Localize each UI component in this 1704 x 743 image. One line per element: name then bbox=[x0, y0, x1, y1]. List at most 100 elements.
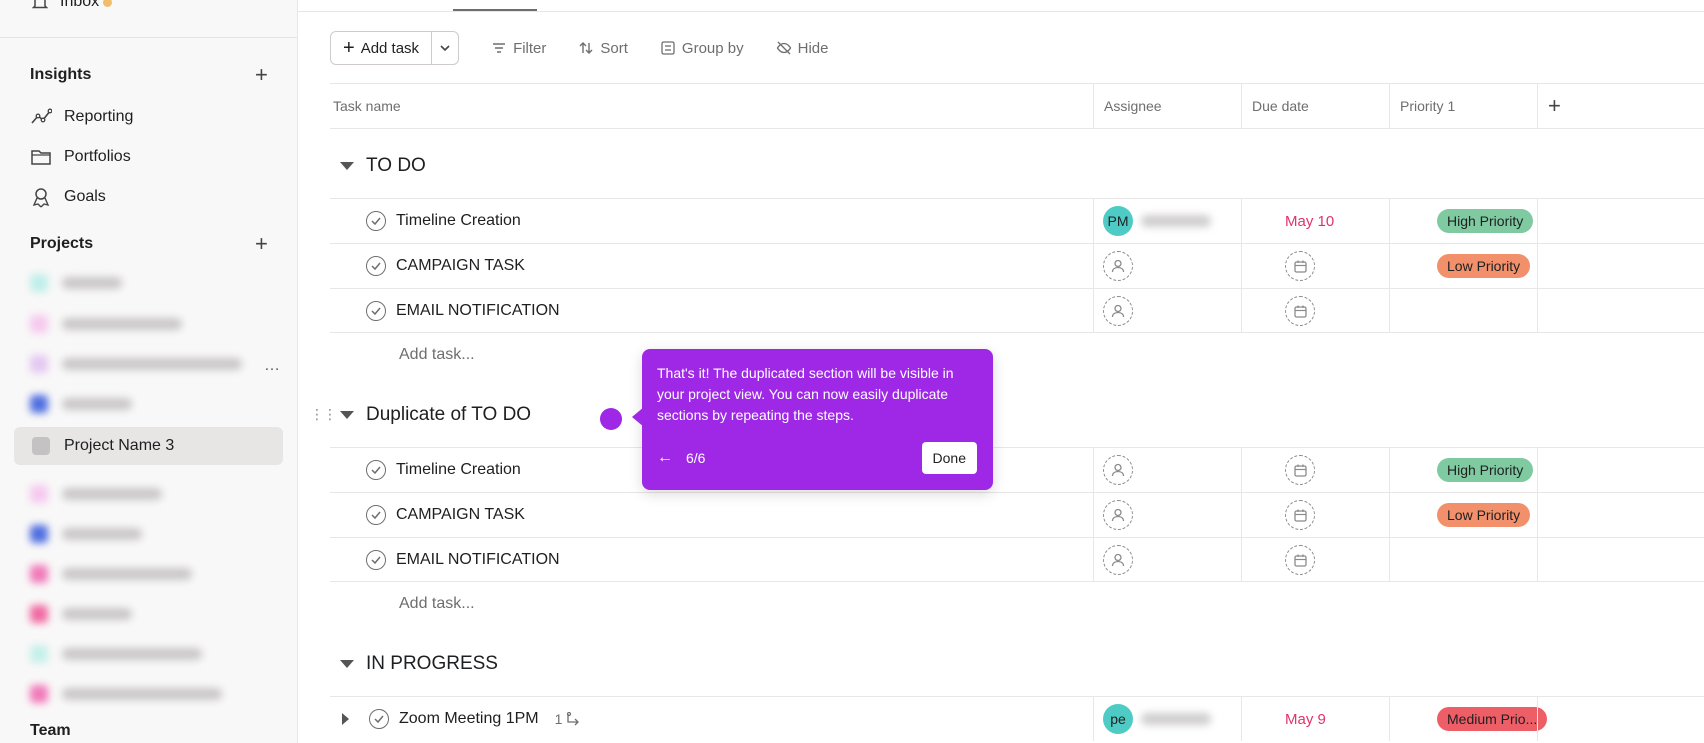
assignee-placeholder-icon[interactable] bbox=[1103, 455, 1133, 485]
eye-off-icon bbox=[776, 41, 791, 55]
hide-button[interactable]: Hide bbox=[776, 39, 829, 57]
table-row[interactable]: EMAIL NOTIFICATION bbox=[330, 537, 1704, 582]
sidebar-project-item[interactable] bbox=[30, 683, 222, 705]
project-color-swatch bbox=[32, 437, 50, 455]
subtask-count[interactable]: 1 bbox=[555, 711, 583, 727]
add-project-button[interactable]: + bbox=[255, 233, 268, 255]
add-task-button[interactable]: + Add task bbox=[331, 32, 433, 64]
column-priority[interactable]: Priority 1 bbox=[1389, 84, 1537, 128]
table-row[interactable]: Timeline Creation PM May 10 High Priorit… bbox=[330, 198, 1704, 243]
sidebar-project-item[interactable] bbox=[30, 353, 242, 375]
sidebar-project-item[interactable] bbox=[30, 483, 162, 505]
column-assignee[interactable]: Assignee bbox=[1093, 84, 1241, 128]
check-circle-icon[interactable] bbox=[366, 505, 386, 525]
sidebar-project-item[interactable] bbox=[30, 313, 182, 335]
divider bbox=[0, 37, 297, 38]
add-column-button[interactable]: + bbox=[1537, 84, 1597, 128]
section-header[interactable]: Duplicate of TO DO bbox=[330, 404, 531, 426]
add-insight-button[interactable]: + bbox=[255, 64, 268, 86]
assignee-placeholder-icon[interactable] bbox=[1103, 251, 1133, 281]
table-header: Task name Assignee Due date Priority 1 + bbox=[330, 83, 1704, 129]
column-due-date[interactable]: Due date bbox=[1241, 84, 1389, 128]
sidebar-item-label: Goals bbox=[64, 188, 106, 205]
sidebar-project-item[interactable] bbox=[30, 523, 142, 545]
insights-heading: Insights bbox=[30, 66, 92, 83]
walkthrough-beacon bbox=[600, 408, 622, 430]
table-row[interactable]: EMAIL NOTIFICATION bbox=[330, 288, 1704, 333]
assignee-placeholder-icon[interactable] bbox=[1103, 296, 1133, 326]
project-name: Project Name 3 bbox=[64, 437, 175, 454]
calendar-icon[interactable] bbox=[1285, 545, 1315, 575]
group-by-button[interactable]: Group by bbox=[660, 40, 744, 57]
main-content: + Add task Filter Sort Group by Hide Tas… bbox=[298, 0, 1704, 743]
add-task-inline[interactable]: Add task... bbox=[399, 595, 475, 613]
table-row[interactable]: Zoom Meeting 1PM 1 pe May 9 Medium Prio.… bbox=[330, 696, 1704, 741]
priority-badge[interactable]: Low Priority bbox=[1437, 254, 1531, 278]
team-heading: Team bbox=[30, 722, 71, 739]
check-circle-icon[interactable] bbox=[366, 301, 386, 321]
sort-button[interactable]: Sort bbox=[578, 40, 628, 57]
task-name: Zoom Meeting 1PM bbox=[399, 710, 539, 727]
task-name: Timeline Creation bbox=[396, 461, 521, 478]
collapse-triangle-icon[interactable] bbox=[340, 411, 354, 419]
sidebar-item-label: Portfolios bbox=[64, 148, 131, 165]
due-date[interactable]: May 10 bbox=[1285, 199, 1334, 243]
sidebar-item-reporting[interactable]: Reporting bbox=[30, 106, 133, 128]
step-counter: 6/6 bbox=[686, 450, 706, 466]
avatar[interactable]: pe bbox=[1103, 704, 1133, 734]
calendar-icon[interactable] bbox=[1285, 500, 1315, 530]
add-task-inline[interactable]: Add task... bbox=[399, 346, 475, 364]
sidebar-project-item[interactable] bbox=[30, 272, 122, 294]
check-circle-icon[interactable] bbox=[366, 256, 386, 276]
section-header[interactable]: IN PROGRESS bbox=[330, 653, 498, 675]
task-name: EMAIL NOTIFICATION bbox=[396, 302, 560, 319]
add-task-dropdown-button[interactable] bbox=[432, 32, 458, 64]
priority-badge[interactable]: Medium Prio... bbox=[1437, 707, 1548, 731]
back-arrow-icon[interactable]: ← bbox=[657, 449, 673, 467]
group-icon bbox=[661, 41, 675, 55]
calendar-icon[interactable] bbox=[1285, 455, 1315, 485]
sort-label: Sort bbox=[600, 39, 628, 57]
calendar-icon[interactable] bbox=[1285, 296, 1315, 326]
sidebar-item-portfolios[interactable]: Portfolios bbox=[30, 146, 131, 168]
table-row[interactable]: Timeline Creation High Priority bbox=[330, 447, 1704, 492]
check-circle-icon[interactable] bbox=[369, 709, 389, 729]
priority-badge[interactable]: High Priority bbox=[1437, 458, 1534, 482]
section-header[interactable]: TO DO bbox=[330, 155, 426, 177]
due-date[interactable]: May 9 bbox=[1285, 697, 1326, 741]
table-row[interactable]: CAMPAIGN TASK Low Priority bbox=[330, 492, 1704, 537]
hide-label: Hide bbox=[797, 39, 829, 57]
check-circle-icon[interactable] bbox=[366, 460, 386, 480]
expand-subtasks-icon[interactable] bbox=[342, 713, 349, 725]
sidebar-item-inbox[interactable]: Inbox bbox=[30, 0, 113, 12]
priority-badge[interactable]: Low Priority bbox=[1437, 503, 1531, 527]
collapse-triangle-icon[interactable] bbox=[340, 660, 354, 668]
goals-icon bbox=[32, 188, 50, 208]
sidebar-project-item[interactable] bbox=[30, 563, 192, 585]
avatar[interactable]: PM bbox=[1103, 206, 1133, 236]
filter-icon bbox=[493, 43, 506, 53]
column-task-name[interactable]: Task name bbox=[330, 84, 1093, 128]
sidebar-item-goals[interactable]: Goals bbox=[30, 186, 106, 208]
calendar-icon[interactable] bbox=[1285, 251, 1315, 281]
sidebar-project-item[interactable] bbox=[30, 643, 202, 665]
tab-bar-border bbox=[298, 11, 1704, 12]
more-options-icon[interactable]: … bbox=[264, 357, 280, 375]
table-row[interactable]: CAMPAIGN TASK Low Priority bbox=[330, 243, 1704, 288]
sidebar-project-item[interactable] bbox=[30, 603, 132, 625]
task-name: EMAIL NOTIFICATION bbox=[396, 551, 560, 568]
done-button[interactable]: Done bbox=[921, 442, 977, 474]
check-circle-icon[interactable] bbox=[366, 211, 386, 231]
collapse-triangle-icon[interactable] bbox=[340, 162, 354, 170]
folder-icon bbox=[31, 150, 51, 165]
assignee-placeholder-icon[interactable] bbox=[1103, 545, 1133, 575]
filter-button[interactable]: Filter bbox=[491, 40, 546, 57]
add-task-split-button: + Add task bbox=[330, 31, 460, 65]
priority-badge[interactable]: High Priority bbox=[1437, 209, 1534, 233]
sidebar-project-selected[interactable]: Project Name 3 bbox=[14, 427, 283, 465]
check-circle-icon[interactable] bbox=[366, 550, 386, 570]
sidebar-project-item[interactable] bbox=[30, 393, 132, 415]
assignee-placeholder-icon[interactable] bbox=[1103, 500, 1133, 530]
notification-dot bbox=[103, 0, 113, 7]
sort-icon bbox=[579, 42, 593, 54]
